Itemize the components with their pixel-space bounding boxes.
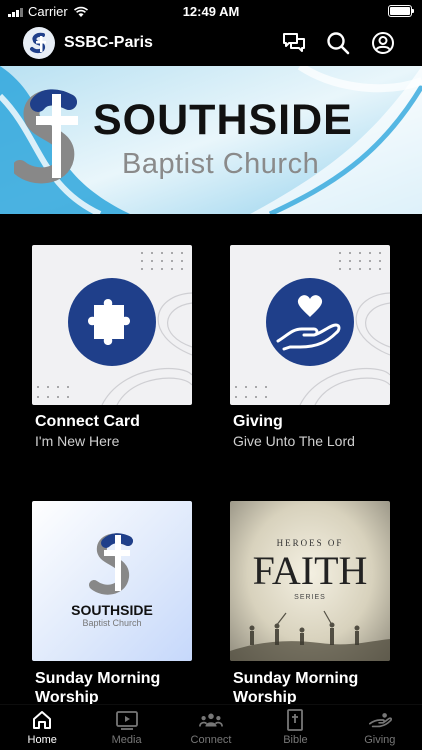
card-subtitle: I'm New Here [35,433,120,449]
church-logo-avatar[interactable] [23,27,55,59]
church-banner[interactable]: SOUTHSIDE Baptist Church [0,66,422,214]
connect-icon [199,709,223,731]
tab-connect[interactable]: Connect [169,705,253,750]
connect-card-tile[interactable]: Connect Card I'm New Here [32,245,192,449]
art-main-text: FAITH [253,548,368,593]
chat-icon[interactable] [281,30,307,56]
tab-bible[interactable]: Bible [253,705,337,750]
tab-home[interactable]: Home [0,705,84,750]
church-logo-icon [30,32,46,54]
battery-icon [388,5,414,17]
app-header: SSBC-Paris [0,24,422,64]
card-title: Sunday Morning Worship [35,670,161,706]
giving-icon [368,709,392,731]
tab-label: Home [27,734,57,746]
warriors-silhouette [249,610,360,645]
art-bottom-text: SERIES [294,594,326,601]
sunday-worship-tile-1[interactable]: SOUTHSIDE Baptist Church Sunday Morning … [32,501,192,706]
heroes-of-faith-image: HEROES OF FAITH SERIES [230,501,390,661]
art-top-text: HEROES OF [277,538,344,548]
giving-tile[interactable]: Giving Give Unto The Lord [230,245,390,449]
connect-card-image [32,245,192,405]
tab-label: Giving [364,734,396,746]
logo-title: SOUTHSIDE [71,602,153,618]
tab-giving[interactable]: Giving [338,705,422,750]
card-title: Giving [233,413,283,430]
profile-icon[interactable] [370,30,396,56]
giving-image [230,245,390,405]
banner-subtitle: Baptist Church [122,148,320,180]
logo-subtitle: Baptist Church [82,618,141,628]
sunday-worship-tile-2[interactable]: HEROES OF FAITH SERIES Sunday Morning Wo… [230,501,390,706]
banner-title: SOUTHSIDE [93,96,353,144]
southside-logo-image: SOUTHSIDE Baptist Church [32,501,192,661]
search-icon[interactable] [325,30,351,56]
tab-media[interactable]: Media [84,705,168,750]
home-icon [30,709,54,731]
status-bar: Carrier 12:49 AM [0,0,422,22]
tab-bar: Home Media Connect Bible Giving [0,704,422,750]
card-subtitle: Give Unto The Lord [233,433,355,449]
tab-label: Media [111,734,142,746]
media-icon [115,709,139,731]
puzzle-icon [88,299,130,345]
tab-label: Bible [283,734,308,746]
tab-label: Connect [190,734,232,746]
bible-icon [283,709,307,731]
card-title: Connect Card [35,413,140,430]
card-title: Sunday Morning Worship [233,670,359,706]
status-time: 12:49 AM [182,4,240,19]
banner-logo-icon [14,89,78,184]
app-title: SSBC-Paris [64,34,153,51]
